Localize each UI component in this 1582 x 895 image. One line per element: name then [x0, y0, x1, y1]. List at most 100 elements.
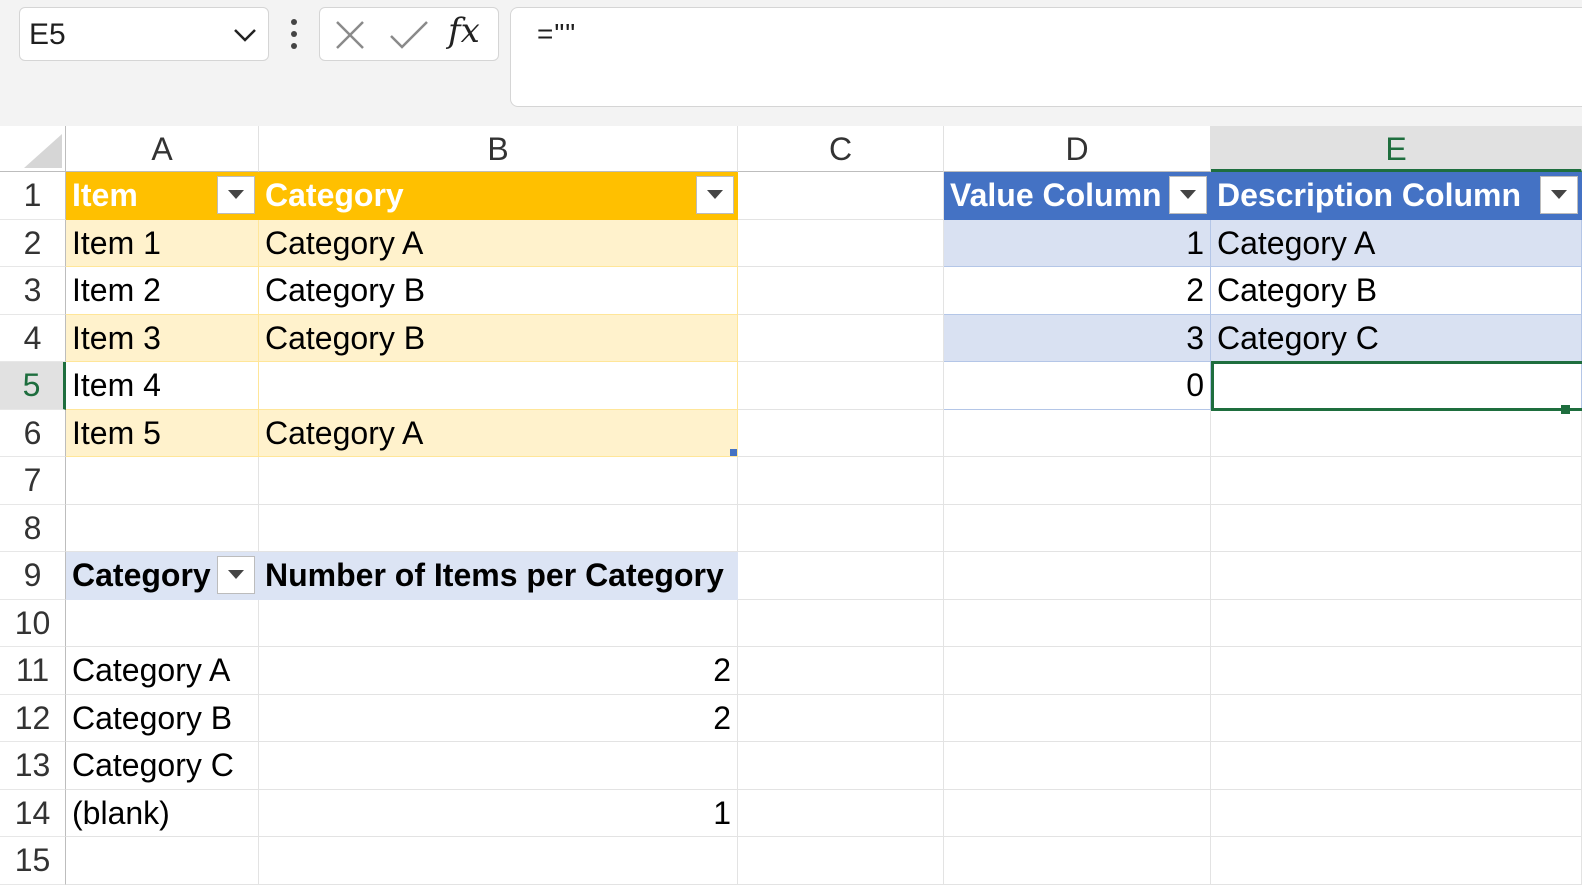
fill-handle[interactable]: [1560, 403, 1571, 415]
table1-cell[interactable]: Item 2: [66, 267, 259, 315]
table2-cell[interactable]: 0: [944, 362, 1211, 410]
table2-cell[interactable]: Category C: [1211, 314, 1582, 362]
grid-cell[interactable]: [259, 457, 738, 505]
grid-cell[interactable]: [66, 504, 259, 552]
table2-cell[interactable]: [1211, 362, 1582, 410]
filter-dropdown-button[interactable]: [217, 176, 255, 214]
grid-cell[interactable]: [1211, 599, 1582, 647]
column-header-e[interactable]: E: [1211, 126, 1582, 172]
pivot-header-category[interactable]: Category: [66, 552, 259, 600]
grid-cell[interactable]: [944, 789, 1211, 837]
table1-cell[interactable]: [259, 362, 738, 410]
pivot-cell[interactable]: [259, 599, 738, 647]
pivot-cell[interactable]: [259, 742, 738, 790]
table1-header-category[interactable]: Category: [259, 172, 738, 220]
pivot-cell[interactable]: 1: [259, 789, 738, 837]
column-header-b[interactable]: B: [259, 126, 738, 172]
pivot-cell[interactable]: 2: [259, 694, 738, 742]
pivot-cell[interactable]: Category C: [66, 742, 259, 790]
grid-cell[interactable]: [738, 599, 944, 647]
grid-cell[interactable]: [738, 172, 944, 220]
table1-header-item[interactable]: Item: [66, 172, 259, 220]
pivot-header-count[interactable]: Number of Items per Category: [259, 552, 738, 600]
row-header-3[interactable]: 3: [0, 267, 66, 315]
grid-cell[interactable]: [1211, 837, 1582, 885]
table1-cell[interactable]: Item 4: [66, 362, 259, 410]
table1-cell[interactable]: Item 5: [66, 409, 259, 457]
filter-dropdown-button[interactable]: [1169, 176, 1207, 214]
table2-cell[interactable]: 2: [944, 267, 1211, 315]
row-header-8[interactable]: 8: [0, 504, 66, 552]
grid-cell[interactable]: [259, 504, 738, 552]
grid-cell[interactable]: [1211, 552, 1582, 600]
row-header-7[interactable]: 7: [0, 457, 66, 505]
row-header-12[interactable]: 12: [0, 694, 66, 742]
chevron-down-icon[interactable]: [232, 24, 258, 46]
grid-cell[interactable]: [738, 552, 944, 600]
row-header-14[interactable]: 14: [0, 789, 66, 837]
row-header-15[interactable]: 15: [0, 837, 66, 885]
row-header-13[interactable]: 13: [0, 742, 66, 790]
grid-cell[interactable]: [738, 457, 944, 505]
grid-cell[interactable]: [944, 504, 1211, 552]
grid-cell[interactable]: [738, 409, 944, 457]
grid-cell[interactable]: [738, 267, 944, 315]
grid-cell[interactable]: [1211, 694, 1582, 742]
grid-cell[interactable]: [738, 837, 944, 885]
row-header-6[interactable]: 6: [0, 409, 66, 457]
row-header-2[interactable]: 2: [0, 219, 66, 267]
grid-cell[interactable]: [1211, 504, 1582, 552]
grid-cell[interactable]: [1211, 789, 1582, 837]
table-resize-handle[interactable]: [730, 449, 737, 456]
table1-cell[interactable]: Item 1: [66, 219, 259, 267]
pivot-cell[interactable]: 2: [259, 647, 738, 695]
row-header-11[interactable]: 11: [0, 647, 66, 695]
formula-input[interactable]: ="": [510, 7, 1582, 107]
name-box[interactable]: E5: [19, 7, 269, 61]
grid-cell[interactable]: [944, 599, 1211, 647]
grid-cell[interactable]: [944, 457, 1211, 505]
grid-cell[interactable]: [738, 362, 944, 410]
grid-cell[interactable]: [944, 742, 1211, 790]
grid-cell[interactable]: [1211, 457, 1582, 505]
table1-cell[interactable]: Category B: [259, 314, 738, 362]
grid-cell[interactable]: [944, 837, 1211, 885]
more-options-icon[interactable]: [282, 16, 306, 52]
x-icon[interactable]: [334, 19, 366, 51]
grid-cell[interactable]: [259, 837, 738, 885]
column-header-d[interactable]: D: [944, 126, 1211, 172]
filter-dropdown-button[interactable]: [1540, 176, 1578, 214]
fx-icon[interactable]: fx: [448, 11, 494, 57]
row-header-5[interactable]: 5: [0, 362, 66, 410]
select-all-corner[interactable]: [0, 126, 66, 172]
grid-cell[interactable]: [66, 837, 259, 885]
grid-cell[interactable]: [1211, 647, 1582, 695]
table2-cell[interactable]: 3: [944, 314, 1211, 362]
row-header-4[interactable]: 4: [0, 314, 66, 362]
grid-cell[interactable]: [738, 647, 944, 695]
pivot-cell[interactable]: Category A: [66, 647, 259, 695]
grid-cell[interactable]: [1211, 409, 1582, 457]
column-header-a[interactable]: A: [66, 126, 259, 172]
table2-cell[interactable]: Category B: [1211, 267, 1582, 315]
grid-cell[interactable]: [944, 694, 1211, 742]
table2-cell[interactable]: 1: [944, 219, 1211, 267]
grid-cell[interactable]: [944, 647, 1211, 695]
table2-cell[interactable]: Category A: [1211, 219, 1582, 267]
table1-cell[interactable]: Category A: [259, 219, 738, 267]
table2-header-value[interactable]: Value Column: [944, 172, 1211, 220]
check-icon[interactable]: [388, 19, 430, 51]
row-header-1[interactable]: 1: [0, 172, 66, 220]
grid-cell[interactable]: [738, 504, 944, 552]
pivot-cell[interactable]: (blank): [66, 790, 259, 837]
grid-cell[interactable]: [738, 314, 944, 362]
worksheet-grid[interactable]: ABCDE 1 2 3 4 5 6 7 8 9 10 11 12 13 14 15 Item Category…: [0, 126, 1582, 895]
filter-dropdown-button[interactable]: [696, 176, 734, 214]
grid-cell[interactable]: [944, 409, 1211, 457]
row-header-9[interactable]: 9: [0, 552, 66, 600]
grid-cell[interactable]: [738, 742, 944, 790]
table2-header-description[interactable]: Description Column: [1211, 172, 1582, 220]
table1-cell[interactable]: Category A: [259, 409, 738, 457]
column-header-c[interactable]: C: [738, 126, 944, 172]
pivot-cell[interactable]: [66, 600, 259, 647]
